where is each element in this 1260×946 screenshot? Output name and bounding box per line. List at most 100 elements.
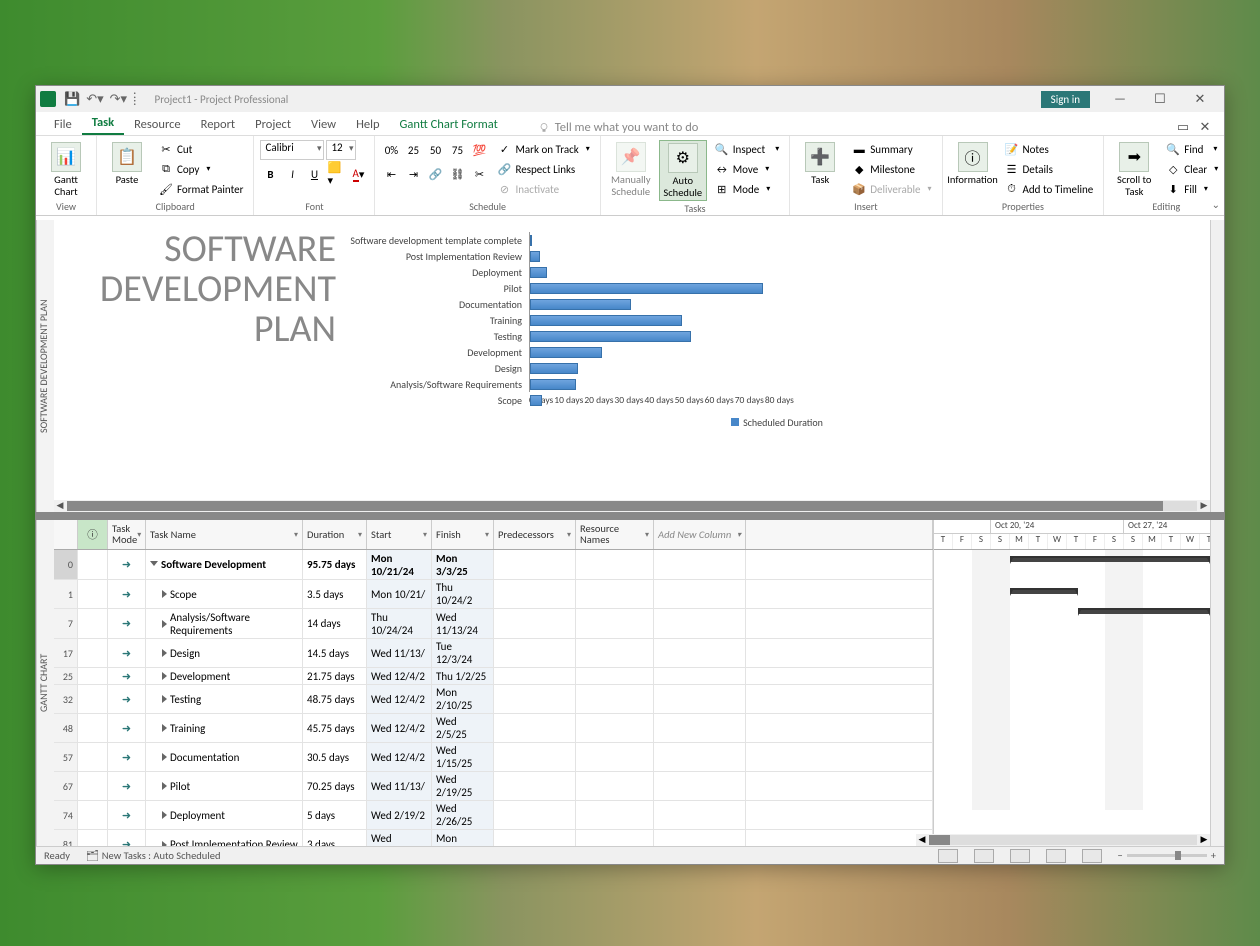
manually-schedule-button[interactable]: 📌 Manually Schedule: [607, 140, 655, 199]
tab-view[interactable]: View: [301, 114, 346, 135]
auto-schedule-button[interactable]: ⚙ Auto Schedule: [659, 140, 707, 201]
tab-file[interactable]: File: [44, 114, 82, 135]
tab-resource[interactable]: Resource: [124, 114, 191, 135]
outdent-button[interactable]: ⇤: [381, 164, 401, 184]
milestone-button[interactable]: ◆Milestone: [848, 160, 935, 178]
unlink-button[interactable]: ⛓: [447, 164, 467, 184]
table-row[interactable]: 57➜Documentation30.5 daysWed 12/4/2Wed 1…: [54, 743, 933, 772]
zoom-slider[interactable]: − +: [1118, 849, 1216, 862]
pct75-button[interactable]: 75: [447, 140, 467, 160]
table-row[interactable]: 48➜Training45.75 daysWed 12/4/2Wed 2/5/2…: [54, 714, 933, 743]
duration-chart[interactable]: Software development template completePo…: [354, 220, 1210, 512]
expand-icon[interactable]: [162, 695, 167, 703]
expand-icon[interactable]: [162, 782, 167, 790]
col-finish[interactable]: Finish▾: [432, 520, 494, 549]
table-row[interactable]: 25➜Development21.75 daysWed 12/4/2Thu 1/…: [54, 668, 933, 685]
expand-icon[interactable]: [162, 590, 167, 598]
tab-help[interactable]: Help: [346, 114, 389, 135]
redo-icon[interactable]: ↷▾: [110, 92, 127, 107]
font-size-combo[interactable]: 12: [326, 140, 356, 160]
expand-icon[interactable]: [162, 811, 167, 819]
paste-button[interactable]: 📋 Paste: [103, 140, 151, 188]
copy-button[interactable]: ⧉Copy▾: [155, 160, 247, 178]
respect-links-button[interactable]: 🔗Respect Links: [493, 160, 593, 178]
table-row[interactable]: 67➜Pilot70.25 daysWed 11/13/Wed 2/19/25: [54, 772, 933, 801]
expand-icon[interactable]: [162, 672, 167, 680]
view-resource-button[interactable]: [1046, 849, 1066, 863]
pct0-button[interactable]: 0%: [381, 140, 401, 160]
pct25-button[interactable]: 25: [403, 140, 423, 160]
cut-button[interactable]: ✂Cut: [155, 140, 247, 158]
col-task-mode[interactable]: Task Mode▾: [108, 520, 146, 549]
close-ribbon-button[interactable]: ✕: [1194, 120, 1216, 135]
table-row[interactable]: 1➜Scope3.5 daysMon 10/21/Thu 10/24/2: [54, 580, 933, 609]
split-button[interactable]: ✂: [469, 164, 489, 184]
notes-button[interactable]: 📝Notes: [1001, 140, 1098, 158]
report-hscroll[interactable]: ◀▶: [54, 500, 1210, 512]
close-button[interactable]: ✕: [1180, 92, 1220, 107]
minimize-button[interactable]: —: [1100, 92, 1140, 107]
details-button[interactable]: ☰Details: [1001, 160, 1098, 178]
zoom-out-button[interactable]: −: [1118, 849, 1123, 862]
table-row[interactable]: 74➜Deployment5 daysWed 2/19/2Wed 2/26/25: [54, 801, 933, 830]
ribbon-display-button[interactable]: ▭: [1172, 120, 1194, 135]
expand-icon[interactable]: [150, 561, 158, 566]
tab-project[interactable]: Project: [245, 114, 301, 135]
table-row[interactable]: 32➜Testing48.75 daysWed 12/4/2Mon 2/10/2…: [54, 685, 933, 714]
font-family-combo[interactable]: Calibri: [260, 140, 324, 160]
col-predecessors[interactable]: Predecessors▾: [494, 520, 576, 549]
table-row[interactable]: 81➜Post Implementation Review3 daysWed 2…: [54, 830, 933, 846]
italic-button[interactable]: I: [282, 164, 302, 184]
bold-button[interactable]: B: [260, 164, 280, 184]
gantt-vscroll[interactable]: [1210, 520, 1224, 846]
col-rownum[interactable]: [54, 520, 78, 549]
scroll-to-task-button[interactable]: ➡ Scroll to Task: [1110, 140, 1158, 199]
table-row[interactable]: 17➜Design14.5 daysWed 11/13/Tue 12/3/24: [54, 639, 933, 668]
find-button[interactable]: 🔍Find▾: [1162, 140, 1222, 158]
save-icon[interactable]: 💾: [64, 92, 80, 107]
view-task-usage-button[interactable]: [974, 849, 994, 863]
inspect-button[interactable]: 🔍Inspect▾: [711, 140, 783, 158]
indent-button[interactable]: ⇥: [403, 164, 423, 184]
inactivate-button[interactable]: ⊘Inactivate: [493, 180, 593, 198]
move-button[interactable]: ↔Move▾: [711, 160, 783, 178]
collapse-ribbon-button[interactable]: ⌄: [1212, 198, 1220, 211]
table-row[interactable]: 7➜Analysis/Software Requirements14 daysT…: [54, 609, 933, 639]
clear-button[interactable]: ◇Clear▾: [1162, 160, 1222, 178]
view-team-button[interactable]: [1010, 849, 1030, 863]
task-insert-button[interactable]: ➕ Task: [796, 140, 844, 188]
zoom-in-button[interactable]: +: [1211, 849, 1216, 862]
view-gantt-button[interactable]: [938, 849, 958, 863]
expand-icon[interactable]: [162, 753, 167, 761]
pct100-button[interactable]: 💯: [469, 140, 489, 160]
mark-on-track-button[interactable]: ✓Mark on Track▾: [493, 140, 593, 158]
deliverable-button[interactable]: 📦Deliverable▾: [848, 180, 935, 198]
tab-report[interactable]: Report: [191, 114, 246, 135]
expand-icon[interactable]: [162, 724, 167, 732]
mode-button[interactable]: ⊞Mode▾: [711, 180, 783, 198]
gantt-chart-button[interactable]: 📊 Gantt Chart: [42, 140, 90, 199]
col-duration[interactable]: Duration▾: [303, 520, 367, 549]
underline-button[interactable]: U: [304, 164, 324, 184]
format-painter-button[interactable]: 🖌Format Painter: [155, 180, 247, 198]
gantt-hscroll[interactable]: ◀▶: [916, 834, 1210, 846]
col-add-new[interactable]: Add New Column▾: [654, 520, 746, 549]
undo-icon[interactable]: ↶▾: [86, 92, 103, 107]
tellme-search[interactable]: Tell me what you want to do: [538, 120, 699, 135]
view-report-button[interactable]: [1082, 849, 1102, 863]
col-start[interactable]: Start▾: [367, 520, 432, 549]
signin-button[interactable]: Sign in: [1041, 91, 1090, 108]
expand-icon[interactable]: [162, 649, 167, 657]
font-color-button[interactable]: A▾: [348, 164, 368, 184]
fill-button[interactable]: ⬇Fill▾: [1162, 180, 1222, 198]
fill-color-button[interactable]: 🟨▾: [326, 164, 346, 184]
col-resources[interactable]: Resource Names▾: [576, 520, 654, 549]
report-vscroll[interactable]: [1210, 220, 1224, 512]
tab-gantt-format[interactable]: Gantt Chart Format: [390, 114, 508, 135]
gantt-chart[interactable]: Oct 20, '24 Oct 27, '24 TFSSMTWTFSSMTWT: [934, 520, 1210, 846]
col-task-name[interactable]: Task Name▾: [146, 520, 303, 549]
expand-icon[interactable]: [162, 620, 167, 628]
add-timeline-button[interactable]: ⏱Add to Timeline: [1001, 180, 1098, 198]
pct50-button[interactable]: 50: [425, 140, 445, 160]
col-info[interactable]: ⓘ: [78, 520, 108, 549]
